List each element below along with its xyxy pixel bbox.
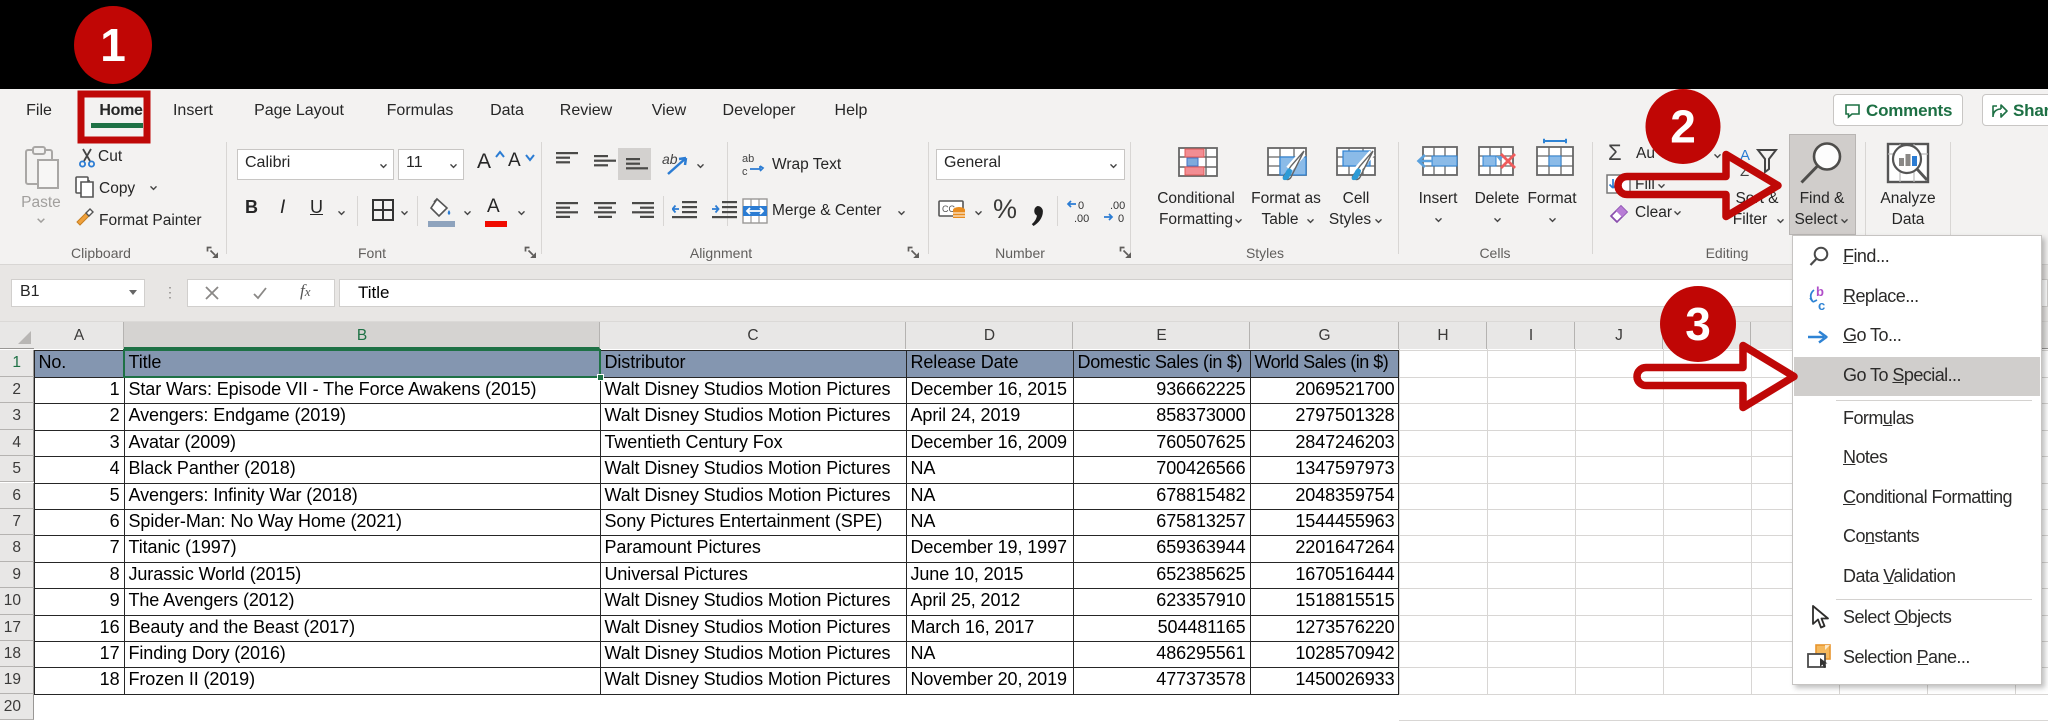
svg-text:1: 1 bbox=[100, 19, 126, 71]
svg-text:3: 3 bbox=[1685, 298, 1711, 350]
svg-text:2: 2 bbox=[1670, 101, 1696, 153]
